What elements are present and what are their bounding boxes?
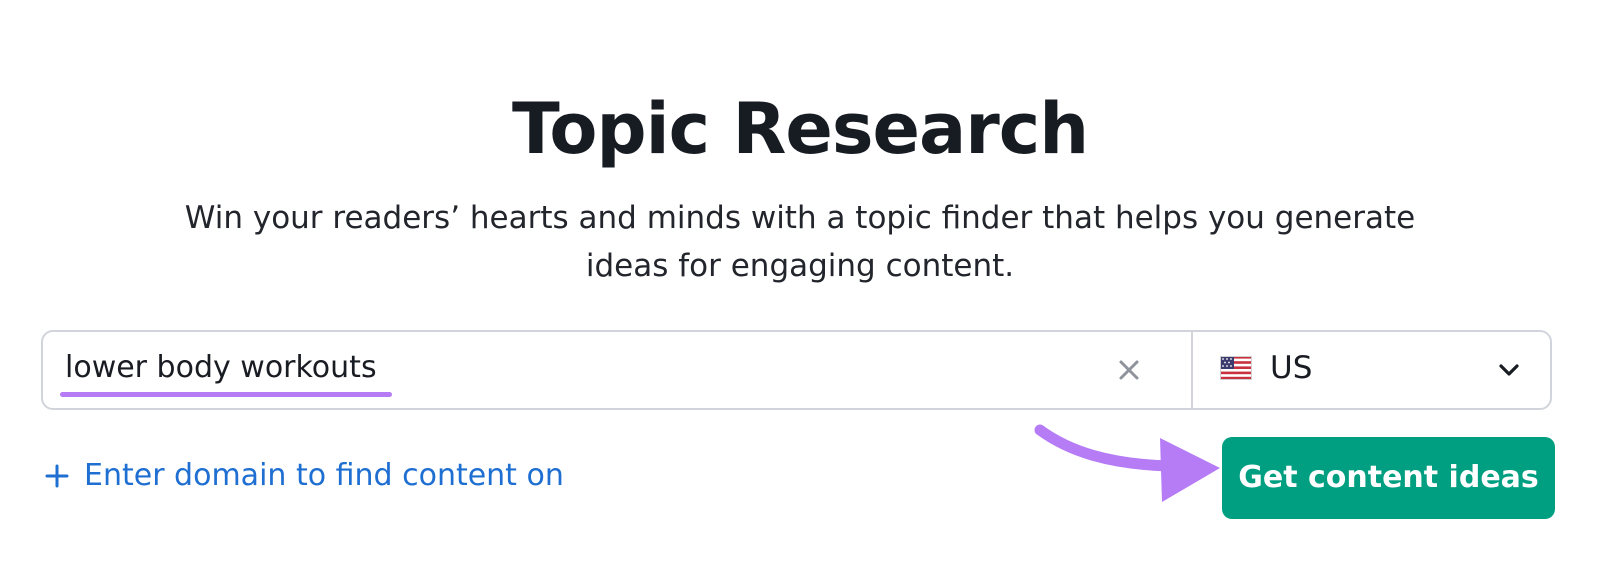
search-bar: lower body workouts US	[41, 330, 1552, 410]
highlight-underline	[60, 392, 392, 397]
plus-icon	[45, 464, 69, 488]
country-select[interactable]: US	[1193, 332, 1550, 408]
arrow-annotation-icon	[1034, 424, 1220, 502]
page-subtitle: Win your readers’ hearts and minds with …	[184, 200, 1416, 284]
country-select-value: US	[1270, 350, 1313, 386]
close-icon[interactable]	[1115, 356, 1143, 384]
topic-input-value[interactable]: lower body workouts	[65, 348, 377, 388]
topic-input[interactable]: lower body workouts	[43, 332, 1191, 408]
us-flag-icon	[1220, 356, 1252, 380]
enter-domain-link-label[interactable]: Enter domain to find content on	[84, 456, 564, 496]
page-title: Topic Research	[511, 87, 1089, 170]
chevron-down-icon	[1499, 364, 1519, 376]
enter-domain-link[interactable]: Enter domain to find content on	[44, 452, 564, 500]
get-content-ideas-button[interactable]: Get content ideas	[1222, 437, 1555, 519]
